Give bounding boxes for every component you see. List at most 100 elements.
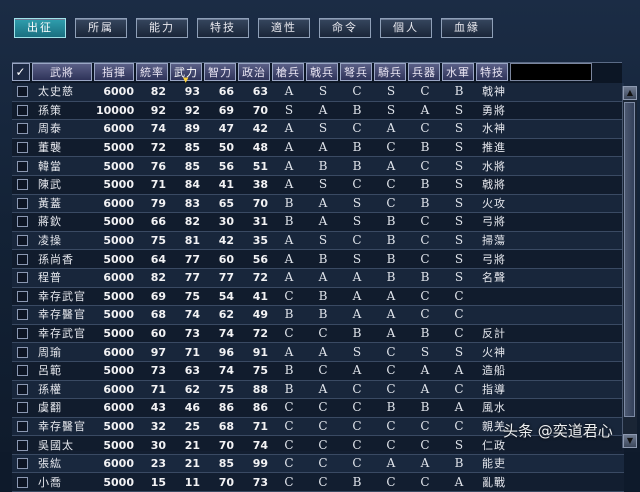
cell-war: 77: [184, 252, 200, 266]
row-checkbox[interactable]: [17, 346, 28, 358]
row-checkbox[interactable]: [17, 365, 28, 377]
table-row[interactable]: 張紘 6000 23 21 85 99 C C C A A B 能吏: [12, 454, 624, 474]
cell-skill: 風水: [482, 401, 506, 415]
tab-aptitude[interactable]: 適性: [258, 18, 310, 38]
cell-command: 6000: [103, 271, 134, 285]
cell-crossbow: C: [352, 84, 362, 99]
row-checkbox[interactable]: [17, 104, 28, 116]
table-row[interactable]: 韓當 5000 76 85 56 51 A B B A C S 水將: [12, 157, 624, 176]
table-row[interactable]: 孫權 6000 71 62 75 88 B A C C A C 指導: [12, 380, 624, 400]
cell-command: 5000: [103, 289, 134, 303]
table-row[interactable]: 黃蓋 6000 79 83 65 70 B A S C B S 火攻: [12, 194, 624, 214]
tab-affiliation[interactable]: 所属: [75, 18, 127, 38]
row-checkbox[interactable]: [17, 160, 28, 172]
tab-ability[interactable]: 能力: [136, 18, 188, 38]
cell-war: 21: [184, 438, 200, 452]
cell-leadership: 82: [150, 85, 166, 99]
cell-navy: S: [454, 251, 464, 266]
scroll-thumb[interactable]: [624, 102, 635, 417]
cell-leadership: 71: [150, 178, 166, 192]
cell-navy: A: [454, 474, 464, 489]
row-checkbox[interactable]: [17, 123, 28, 135]
table-row[interactable]: 幸存醫官 5000 68 74 62 49 B B A A C C: [12, 306, 624, 325]
table-row[interactable]: 陳武 5000 71 84 41 38 A S C C B S 戟將: [12, 175, 624, 195]
row-checkbox[interactable]: [17, 458, 28, 470]
cell-war: 92: [184, 103, 200, 117]
header-command[interactable]: 指揮: [94, 63, 134, 81]
header-crossbow[interactable]: 弩兵: [340, 63, 372, 81]
cell-spear: C: [284, 418, 294, 433]
table-row[interactable]: 蔣欽 5000 66 82 30 31 B A S B C S 弓將: [12, 213, 624, 232]
cell-leadership: 69: [150, 289, 166, 303]
header-halberd[interactable]: 戟兵: [306, 63, 338, 81]
row-checkbox[interactable]: [17, 328, 28, 340]
header-leadership[interactable]: 統率: [136, 63, 168, 81]
table-row[interactable]: 程普 6000 82 77 77 72 A A A B B S 名聲: [12, 268, 624, 288]
row-checkbox[interactable]: [17, 420, 28, 432]
row-checkbox[interactable]: [17, 179, 28, 191]
cell-cavalry: C: [386, 140, 396, 155]
table-row[interactable]: 周瑜 6000 97 71 96 91 A A S C S S 火神: [12, 343, 624, 362]
select-all-checkbox[interactable]: ✓: [12, 63, 30, 81]
cell-war: 85: [184, 141, 200, 155]
row-checkbox[interactable]: [17, 383, 28, 395]
officer-table: ✓ 武將 指揮 統率 武力 ▼ 智力 政治 槍兵 戟兵 弩兵 騎兵 兵器 水軍 …: [12, 62, 624, 492]
cell-halberd: S: [318, 84, 328, 99]
header-name[interactable]: 武將: [32, 63, 92, 81]
row-checkbox[interactable]: [17, 142, 28, 154]
cell-cavalry: C: [386, 177, 396, 192]
cell-spear: A: [284, 158, 294, 173]
scroll-up-button[interactable]: ▲: [623, 86, 637, 100]
table-row[interactable]: 幸存武官 5000 60 73 74 72 C C B A B C 反計: [12, 324, 624, 344]
row-checkbox[interactable]: [17, 439, 28, 451]
cell-intelligence: 30: [218, 215, 234, 229]
row-checkbox[interactable]: [17, 309, 28, 321]
cell-spear: A: [284, 344, 294, 359]
table-row[interactable]: 太史慈 6000 82 93 66 63 A S C S C B 戟神: [12, 83, 624, 102]
cell-siege: C: [420, 121, 430, 136]
row-checkbox[interactable]: [17, 197, 28, 209]
tab-orders[interactable]: 命令: [319, 18, 371, 38]
header-siege[interactable]: 兵器: [408, 63, 440, 81]
row-checkbox[interactable]: [17, 476, 28, 488]
table-row[interactable]: 呂範 5000 73 63 74 75 B C A C A A 造船: [12, 361, 624, 381]
header-cavalry[interactable]: 騎兵: [374, 63, 406, 81]
row-checkbox[interactable]: [17, 402, 28, 414]
header-spear[interactable]: 槍兵: [272, 63, 304, 81]
header-intelligence[interactable]: 智力: [204, 63, 236, 81]
tab-kinship[interactable]: 血縁: [441, 18, 493, 38]
table-row[interactable]: 幸存武官 5000 69 75 54 41 C B A A C C: [12, 287, 624, 307]
cell-spear: S: [284, 102, 294, 117]
tab-sortie[interactable]: 出征: [14, 18, 66, 38]
table-row[interactable]: 凌操 5000 75 81 42 35 A S C B C S 掃蕩: [12, 231, 624, 251]
header-war[interactable]: 武力 ▼: [170, 63, 202, 84]
row-checkbox[interactable]: [17, 272, 28, 284]
cell-leadership: 82: [150, 271, 166, 285]
cell-halberd: C: [318, 418, 328, 433]
tab-personal[interactable]: 個人: [380, 18, 432, 38]
row-checkbox[interactable]: [17, 235, 28, 247]
tab-skills[interactable]: 特技: [197, 18, 249, 38]
cell-war: 74: [184, 308, 200, 322]
table-row[interactable]: 小喬 5000 15 11 70 73 C C B C C A 亂戰: [12, 473, 624, 492]
table-row[interactable]: 虞翻 6000 43 46 86 86 C C C B B A 風水: [12, 399, 624, 418]
row-checkbox[interactable]: [17, 216, 28, 228]
cell-command: 5000: [103, 364, 134, 378]
row-checkbox[interactable]: [17, 86, 28, 98]
header-blank: [510, 63, 592, 81]
table-row[interactable]: 孫尚香 5000 64 77 60 56 A B S B C S 弓將: [12, 250, 624, 269]
cell-crossbow: C: [352, 381, 362, 396]
row-checkbox[interactable]: [17, 253, 28, 265]
watermark: 头条 @奕道君心: [503, 422, 613, 440]
table-row[interactable]: 周泰 6000 74 89 47 42 A S C A C S 水神: [12, 120, 624, 139]
cell-crossbow: A: [352, 307, 362, 322]
header-navy[interactable]: 水軍: [442, 63, 474, 81]
header-politics[interactable]: 政治: [238, 63, 270, 81]
row-checkbox[interactable]: [17, 290, 28, 302]
cell-leadership: 76: [150, 159, 166, 173]
scroll-down-button[interactable]: ▼: [623, 434, 637, 448]
header-skill[interactable]: 特技: [476, 63, 508, 81]
table-row[interactable]: 孫策 10000 92 92 69 70 S A B S A S 勇將: [12, 101, 624, 121]
vertical-scrollbar[interactable]: ▲ ▼: [622, 86, 637, 448]
table-row[interactable]: 董襲 5000 72 85 50 48 A A B C B S 推進: [12, 138, 624, 158]
